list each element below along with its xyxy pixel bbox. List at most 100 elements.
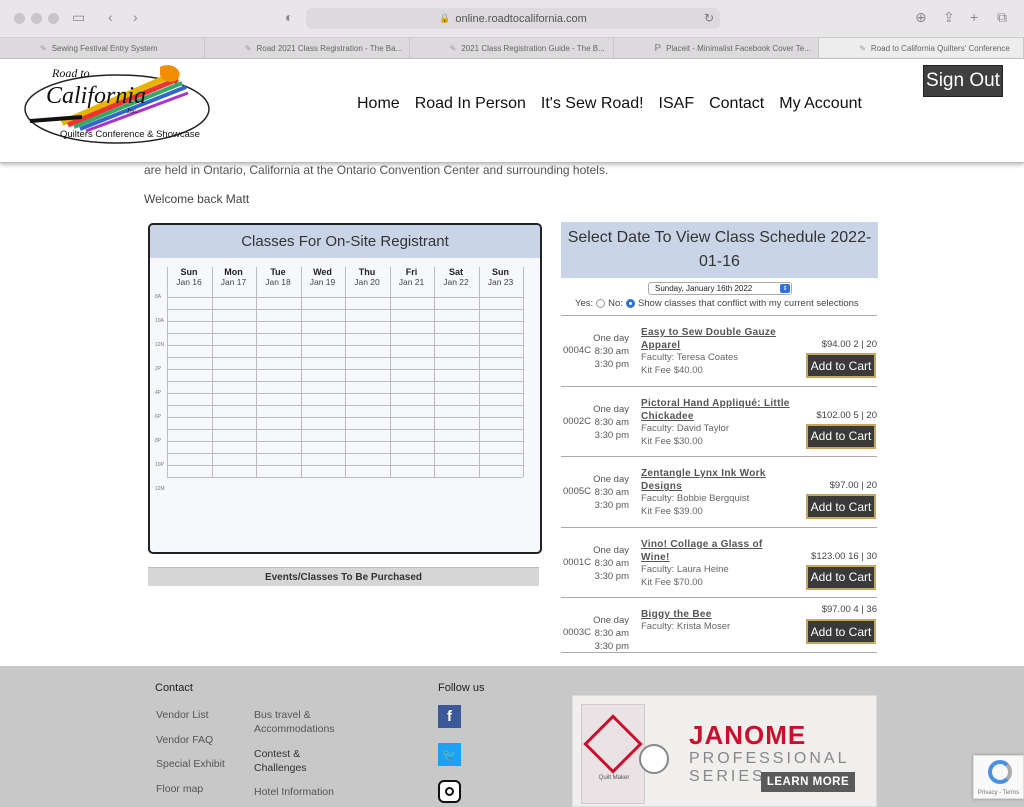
forward-icon[interactable]: › — [133, 9, 138, 25]
nav-home[interactable]: Home — [357, 95, 400, 113]
class-list-item: One day 8:30 am 3:30 pm 0004C Easy to Sew Do… — [561, 315, 877, 386]
address-bar[interactable]: 🔒 online.roadtocalifornia.com ↻ — [306, 8, 720, 29]
class-title-link[interactable]: Easy to Sew Double Gauze Apparel — [641, 326, 791, 352]
tab-overview-icon[interactable]: ⧉ — [997, 9, 1007, 26]
window-controls[interactable] — [14, 13, 59, 24]
favicon-icon: ✎ — [859, 43, 866, 53]
tab-1[interactable]: ✎ Sewing Festival Entry System — [0, 38, 205, 58]
footer-link-floor-map[interactable]: Floor map — [156, 782, 203, 796]
class-price: $97.00 | 20 — [829, 480, 877, 491]
calendar-row-line — [167, 453, 523, 454]
day-date: Jan 20 — [354, 277, 380, 287]
class-code: 0002C — [563, 415, 591, 427]
tab-2[interactable]: ✎ Road 2021 Class Registration - The Ba..… — [205, 38, 410, 58]
calendar-column-line — [434, 267, 435, 477]
back-icon[interactable]: ‹ — [108, 9, 113, 25]
instagram-icon[interactable] — [438, 780, 461, 803]
footer-link-special-exhibit[interactable]: Special Exhibit — [156, 757, 225, 771]
day-date: Jan 19 — [309, 277, 336, 287]
calendar-day-header: Fri Jan 21 — [390, 267, 434, 287]
footer-link-vendor-list[interactable]: Vendor List — [156, 708, 209, 722]
nav-contact[interactable]: Contact — [709, 95, 764, 113]
date-select-value: Sunday, January 16th 2022 — [655, 284, 753, 293]
calendar-day-header: Wed Jan 19 — [301, 267, 345, 287]
ad-brand: JANOME — [689, 720, 807, 750]
calendar-day-header: Mon Jan 17 — [212, 267, 256, 287]
reload-icon[interactable]: ↻ — [704, 11, 714, 25]
add-to-cart-button[interactable]: Add to Cart — [806, 494, 876, 519]
calendar-row-line — [167, 441, 523, 442]
conflict-no-label: No: — [608, 298, 623, 309]
tab-3[interactable]: ✎ 2021 Class Registration Guide - The B..… — [410, 38, 615, 58]
class-end: 3:30 pm — [594, 429, 629, 441]
class-price: $102.00 5 | 20 — [816, 409, 877, 421]
class-duration: One day — [593, 474, 629, 485]
footer-link-bus-travel[interactable]: Bus travel & Accommodations — [254, 708, 350, 736]
new-tab-icon[interactable]: + — [970, 9, 978, 25]
nav-isaf[interactable]: ISAF — [659, 95, 695, 113]
schedule-title: Select Date To View Class Schedule 2022-… — [561, 222, 878, 278]
janome-ad-banner[interactable]: Quilt Maker JANOME PROFESSIONAL SERIES L… — [572, 695, 877, 807]
footer-link-hotel[interactable]: Hotel Information — [254, 785, 334, 799]
calendar-row-line — [167, 417, 523, 418]
class-list-item: One day 8:30 am 3:30 pm 0005C Zentangle Lynx… — [561, 456, 877, 527]
recaptcha-badge[interactable]: Privacy - Terms — [973, 755, 1024, 799]
shield-icon[interactable]: ◐ — [285, 9, 293, 25]
day-name: Sat — [448, 267, 463, 277]
add-to-cart-button[interactable]: Add to Cart — [806, 564, 876, 590]
welcome-text: Welcome back Matt — [144, 192, 250, 206]
day-date: Jan 23 — [487, 277, 514, 287]
class-code: 0001C — [563, 556, 591, 568]
nav-road-in-person[interactable]: Road In Person — [415, 95, 526, 113]
tab-4[interactable]: P Placeit - Minimalist Facebook Cover Te.… — [614, 38, 820, 58]
footer-link-contest[interactable]: Contest & Challenges — [254, 747, 334, 775]
favicon-icon: ✎ — [449, 43, 457, 53]
day-name: Sun — [180, 267, 198, 277]
tab-label: Placeit - Minimalist Facebook Cover Te..… — [666, 43, 811, 53]
recaptcha-icon — [988, 760, 1012, 784]
calendar-column-line — [523, 267, 524, 477]
class-title-link[interactable]: Zentangle Lynx Ink Work Designs — [641, 467, 791, 493]
facebook-icon[interactable]: f — [438, 705, 461, 728]
day-date: Jan 21 — [398, 277, 425, 287]
calendar-row-line — [167, 381, 523, 382]
tab-5[interactable]: ✎ Road to California Quilters' Conference — [819, 38, 1024, 58]
calendar-row-line — [167, 429, 523, 430]
road-to-california-logo[interactable]: Road to California Inc. Quilters Confere… — [22, 63, 258, 147]
class-faculty: Faculty: David Taylor — [641, 422, 729, 434]
nav-my-account[interactable]: My Account — [779, 95, 862, 113]
add-to-cart-button[interactable]: Add to Cart — [806, 423, 876, 449]
day-name: Fri — [405, 267, 418, 277]
class-duration: One day — [593, 615, 629, 626]
footer-link-vendor-faq[interactable]: Vendor FAQ — [156, 733, 213, 747]
purchased-events-bar: Events/Classes To Be Purchased — [148, 567, 539, 586]
conflict-yes-radio[interactable] — [596, 299, 606, 308]
calendar-column-line — [345, 267, 346, 477]
twitter-icon[interactable]: 🐦 — [438, 743, 461, 766]
sign-out-button[interactable]: Sign Out — [923, 65, 1003, 97]
class-title-link[interactable]: Pictoral Hand Appliqué: Little Chickadee — [641, 397, 791, 423]
date-select[interactable]: Sunday, January 16th 2022 ⇕ — [648, 282, 792, 295]
class-code: 0003C — [563, 627, 591, 638]
add-to-cart-button[interactable]: Add to Cart — [806, 353, 876, 378]
tab-label: Sewing Festival Entry System — [51, 43, 158, 53]
conflict-filter: Yes: No: Show classes that conflict with… — [575, 298, 859, 309]
download-icon[interactable]: ⊕ — [915, 9, 927, 26]
class-title-link[interactable]: Vino! Collage a Glass of Wine! — [641, 538, 791, 564]
tab-label: Road 2021 Class Registration - The Ba... — [256, 43, 403, 53]
nav-its-sew-road[interactable]: It's Sew Road! — [541, 95, 644, 113]
footer-follow-heading: Follow us — [438, 682, 485, 694]
class-title-link[interactable]: Biggy the Bee — [641, 608, 791, 621]
tab-bar: ✎ Sewing Festival Entry System ✎ Road 2021… — [0, 38, 1024, 59]
day-name: Mon — [224, 267, 243, 277]
calendar-hour-label: 8A — [155, 294, 162, 300]
calendar-hour-label: 4P — [155, 390, 162, 396]
conflict-no-radio[interactable] — [625, 299, 635, 308]
add-to-cart-button[interactable]: Add to Cart — [806, 619, 876, 644]
sidebar-icon[interactable]: ▭ — [72, 9, 85, 26]
footer-contact-heading: Contact — [155, 682, 193, 694]
class-end: 3:30 pm — [594, 641, 629, 652]
share-icon[interactable]: ⇪ — [943, 9, 955, 26]
class-end: 3:30 pm — [594, 500, 629, 511]
learn-more-button[interactable]: LEARN MORE — [761, 772, 855, 792]
